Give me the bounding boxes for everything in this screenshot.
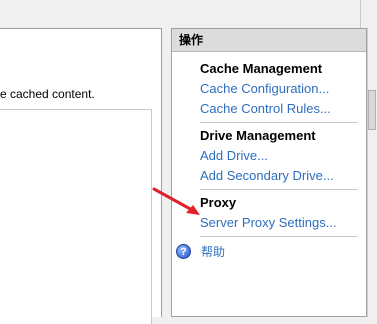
- add-secondary-drive-link[interactable]: Add Secondary Drive...: [200, 166, 366, 186]
- drive-management-section: Drive Management Add Drive... Add Second…: [172, 126, 366, 186]
- cache-control-rules-link[interactable]: Cache Control Rules...: [200, 99, 366, 119]
- separator: [200, 189, 358, 190]
- proxy-section: Proxy Server Proxy Settings...: [172, 193, 366, 233]
- section-title: Cache Management: [200, 61, 323, 76]
- actions-header: 操作: [172, 29, 366, 52]
- divider: [360, 0, 361, 28]
- section-title: Drive Management: [200, 128, 316, 143]
- content-list-box[interactable]: [0, 109, 152, 324]
- window-top-strip: [0, 0, 377, 28]
- help-action[interactable]: ? 帮助: [172, 240, 366, 262]
- scrollbar-thumb[interactable]: [368, 90, 376, 130]
- add-drive-link[interactable]: Add Drive...: [200, 146, 366, 166]
- server-proxy-settings-link[interactable]: Server Proxy Settings...: [200, 213, 366, 233]
- cache-management-section: Cache Management Cache Configuration... …: [172, 59, 366, 119]
- main-content-pane: e cached content.: [0, 28, 162, 324]
- help-label: 帮助: [201, 244, 226, 259]
- actions-pane: 操作 Cache Management Cache Configuration.…: [171, 28, 367, 317]
- help-icon: ?: [176, 243, 191, 259]
- separator: [200, 122, 358, 123]
- section-title: Proxy: [200, 195, 237, 210]
- separator: [200, 236, 358, 237]
- description-text: e cached content.: [0, 87, 95, 101]
- cache-configuration-link[interactable]: Cache Configuration...: [200, 79, 366, 99]
- scrollbar-track[interactable]: [367, 28, 377, 317]
